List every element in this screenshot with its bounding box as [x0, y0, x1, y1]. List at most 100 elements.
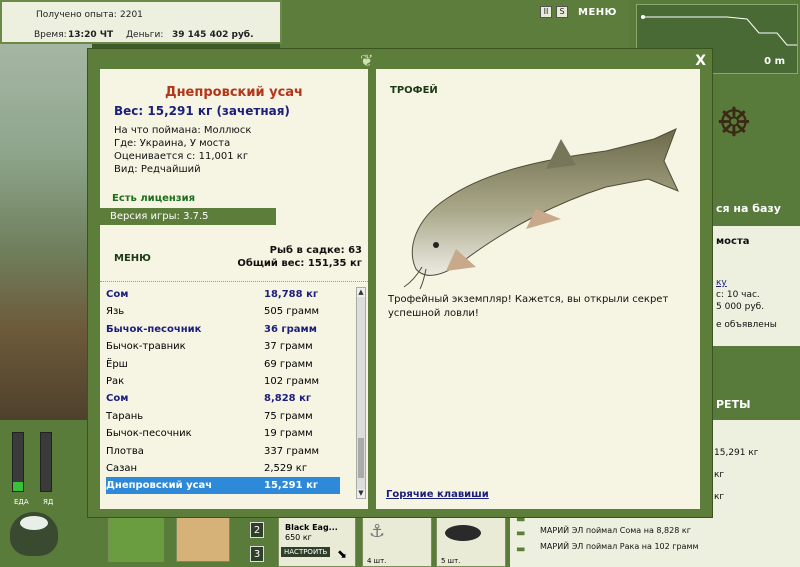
min-weight-info: Оценивается с: 11,001 кг — [114, 151, 249, 162]
fish-icon: ▬ — [516, 528, 526, 539]
catch-row[interactable]: Бычок-песочник 19 грамм — [106, 425, 340, 442]
hook-icon: ⚓ — [369, 521, 386, 542]
catch-name: Тарань — [106, 410, 144, 422]
trophy-message: Трофейный экземпляр! Кажется, вы открыли… — [388, 294, 669, 319]
scene-background — [0, 36, 92, 426]
trophy-title: ТРОФЕЙ — [390, 85, 438, 96]
place-text: моста — [716, 236, 750, 247]
catch-name: Язь — [106, 306, 125, 318]
place-info: Где: Украина, У моста — [114, 138, 231, 149]
configure-button[interactable]: НАСТРОИТЬ — [281, 547, 331, 557]
rod-weight: 650 кг — [285, 533, 312, 542]
slot-2-button[interactable]: 2 — [250, 522, 264, 538]
hook-count: 4 шт. — [367, 557, 387, 565]
fish-weight: Вес: 15,291 кг (зачетная) — [114, 104, 290, 118]
close-button[interactable]: X — [695, 53, 706, 69]
trophy-panel: ТРОФЕЙ Трофейный экземпляр! Кажется, вы … — [376, 69, 700, 509]
location-link[interactable]: ку — [716, 278, 727, 288]
scroll-thumb[interactable] — [358, 438, 364, 478]
bucket-icon[interactable] — [176, 516, 230, 562]
keepnet-weight: Общий вес: 151,35 кг — [237, 258, 362, 269]
catch-weight: 19 грамм — [264, 428, 313, 440]
money-value: 39 145 402 руб. — [172, 30, 254, 40]
leaf-icon: ❦ — [360, 51, 374, 70]
scrollbar[interactable]: ▲ ▼ — [356, 287, 366, 499]
catch-name: Бычок-песочник — [106, 428, 192, 440]
species-info: Вид: Редчайший — [114, 164, 201, 175]
fish-icon: ▬ — [516, 544, 526, 555]
catch-weight: 337 грамм — [264, 445, 320, 457]
ship-wheel-icon[interactable]: ☸ — [716, 100, 752, 146]
catch-weight: 102 грамм — [264, 376, 320, 387]
catch-weight: 2,529 кг — [264, 463, 308, 474]
catch-name: Сом — [106, 289, 129, 300]
catch-row[interactable]: Сом 18,788 кг — [106, 286, 340, 303]
trophy-dialog: X ❦ Днепровский усач Вес: 15,291 кг (зач… — [87, 48, 713, 518]
catch-row[interactable]: Сом 8,828 кг — [106, 390, 340, 407]
to-base-button[interactable]: ся на базу — [716, 202, 781, 215]
records-panel: 15,291 кг кг кг — [712, 420, 800, 510]
record-weight-3: кг — [714, 492, 725, 502]
catch-weight: 505 грамм — [264, 306, 320, 318]
food-label: ЕДА — [14, 498, 29, 506]
catch-row[interactable]: Сазан 2,529 кг — [106, 460, 340, 477]
catch-weight: 8,828 кг — [264, 393, 312, 405]
fish-name: Днепровский усач — [165, 85, 303, 100]
catch-name: Плотва — [106, 445, 144, 457]
catch-row[interactable]: Днепровский усач 15,291 кг — [106, 477, 340, 495]
bait-slot[interactable]: 5 шт. — [436, 516, 506, 567]
pause-button[interactable]: II — [540, 6, 552, 18]
cauldron-icon[interactable] — [10, 512, 58, 556]
bait-basket-icon[interactable] — [108, 516, 164, 562]
top-toolbar: II S МЕНЮ — [540, 6, 617, 18]
rod-name: Black Eag... — [285, 523, 338, 532]
info-line-2: 5 000 руб. — [716, 302, 765, 312]
record-weight-1: 15,291 кг — [714, 448, 759, 458]
catch-weight: 36 грамм — [264, 323, 317, 335]
catch-info-panel: Днепровский усач Вес: 15,291 кг (зачетна… — [100, 69, 368, 509]
slot-3-button[interactable]: 3 — [250, 546, 264, 562]
catch-row[interactable]: Рак 102 грамм — [106, 373, 340, 390]
catch-weight: 18,788 кг — [264, 289, 319, 300]
keepnet-count: Рыб в садке: 63 — [269, 245, 362, 256]
news-line: МАРИЙ ЭЛ поймал Рака на 102 грамм — [540, 542, 699, 551]
catch-row[interactable]: Ёрш 69 грамм — [106, 356, 340, 373]
depth-value: 0 m — [764, 56, 785, 67]
secrets-tab[interactable]: РЕТЫ — [716, 398, 750, 411]
main-menu-button[interactable]: МЕНЮ — [578, 7, 617, 18]
mussel-icon — [445, 525, 481, 541]
catch-weight: 15,291 кг — [264, 480, 319, 492]
arrow-icon: ⬊ — [337, 547, 348, 561]
exp-value: 2201 — [120, 10, 143, 20]
news-feed: ▬ МАРИЙ ЭЛ поймал Сома на 8,828 кг ▬ МАР… — [508, 510, 800, 567]
catch-row[interactable]: Бычок-травник 37 грамм — [106, 338, 340, 355]
catch-row[interactable]: Бычок-песочник 36 грамм — [106, 321, 340, 338]
rod-slot[interactable]: Black Eag... 650 кг НАСТРОИТЬ ⬊ — [278, 516, 356, 567]
status-bar: Получено опыта: 2201 Время: 13:20 ЧТ Ден… — [0, 0, 282, 44]
bait-count: 5 шт. — [441, 557, 461, 565]
catch-name: Ёрш — [106, 358, 128, 370]
catch-row[interactable]: Плотва 337 грамм — [106, 443, 340, 460]
catch-name: Сазан — [106, 463, 138, 474]
catch-name: Днепровский усач — [106, 480, 213, 492]
poison-label: ЯД — [43, 498, 54, 506]
catch-name: Бычок-песочник — [106, 323, 202, 335]
poison-meter — [40, 432, 52, 492]
catch-row[interactable]: Тарань 75 грамм — [106, 408, 340, 425]
record-weight-2: кг — [714, 470, 725, 480]
catch-weight: 37 грамм — [264, 341, 313, 353]
catch-row[interactable]: Язь 505 грамм — [106, 303, 340, 320]
news-line: МАРИЙ ЭЛ поймал Сома на 8,828 кг — [540, 526, 691, 535]
barbel-fish-image — [403, 128, 679, 289]
menu-button[interactable]: МЕНЮ — [114, 253, 151, 264]
food-meter — [12, 432, 24, 492]
info-line-3: е объявлены — [716, 320, 777, 330]
scroll-down-icon[interactable]: ▼ — [357, 489, 365, 498]
scroll-up-icon[interactable]: ▲ — [357, 288, 365, 297]
catch-name: Сом — [106, 393, 129, 405]
license-status: Есть лицензия — [112, 193, 196, 204]
sound-button[interactable]: S — [556, 6, 568, 18]
hotkeys-link[interactable]: Горячие клавиши — [386, 489, 489, 500]
catch-weight: 69 грамм — [264, 358, 313, 370]
hook-slot[interactable]: ⚓ 4 шт. — [362, 516, 432, 567]
